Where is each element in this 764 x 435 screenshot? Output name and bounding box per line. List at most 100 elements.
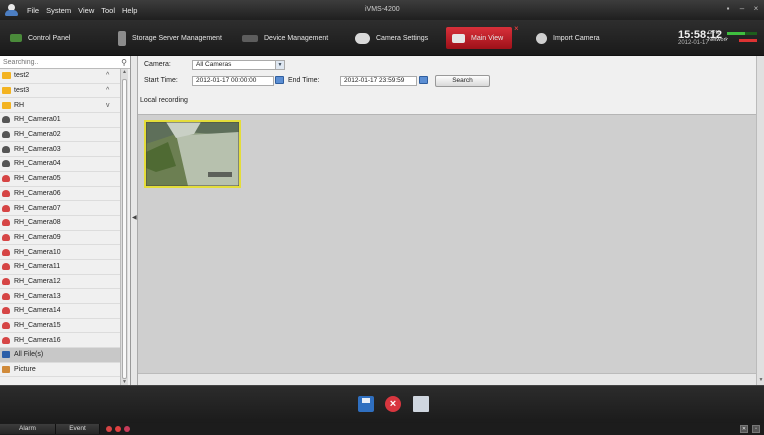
title-bar: File System View Tool Help iVMS-4200 ▪ –…	[0, 0, 764, 20]
tree-item-camera[interactable]: RH_Camera14	[0, 304, 120, 319]
camera-select[interactable]: All Cameras ▼	[192, 60, 285, 70]
camera-icon	[2, 322, 10, 330]
chevron-up-icon[interactable]: ^	[106, 72, 109, 79]
camera-label: RH_Camera05	[14, 175, 61, 183]
calendar-icon[interactable]	[419, 76, 428, 84]
menu-tool[interactable]: Tool	[101, 6, 115, 15]
picture-label: Picture	[14, 366, 36, 374]
end-time-value: 2012-01-17 23:59:59	[344, 77, 405, 84]
window-icon[interactable]: ▫	[752, 425, 760, 433]
tree-item-camera[interactable]: RH_Camera01	[0, 113, 120, 128]
folder-icon	[2, 87, 11, 95]
event-indicator-icon[interactable]	[124, 426, 130, 432]
camera-icon	[2, 175, 10, 183]
delete-icon[interactable]: ×	[385, 396, 401, 412]
email-icon[interactable]	[413, 396, 429, 412]
tab-label: Import Camera	[553, 34, 600, 42]
tab-label: Storage Server Management	[132, 34, 222, 42]
tree-item-camera[interactable]: RH_Camera08	[0, 216, 120, 231]
all-files-label: All File(s)	[14, 351, 44, 359]
menu-help[interactable]: Help	[122, 6, 137, 15]
tree-group-rh[interactable]: RH v	[0, 98, 120, 114]
tree-item-camera[interactable]: RH_Camera16	[0, 333, 120, 349]
chevron-up-icon[interactable]: ^	[106, 87, 109, 94]
event-button[interactable]: Event	[56, 424, 100, 434]
camera-icon	[2, 248, 10, 256]
scroll-up-icon[interactable]: ▲	[121, 69, 128, 75]
start-time-value: 2012-01-17 00:00:00	[196, 77, 257, 84]
alarm-sound-icon[interactable]	[106, 426, 112, 432]
save-icon[interactable]	[358, 396, 374, 412]
menu-view[interactable]: View	[78, 6, 94, 15]
camera-label: RH_Camera12	[14, 277, 61, 285]
start-time-field[interactable]: 2012-01-17 00:00:00	[192, 76, 274, 86]
search-filters: Camera: All Cameras ▼ Start Time: 2012-0…	[138, 56, 764, 114]
camera-label: RH_Camera02	[14, 131, 61, 139]
tree-item-camera[interactable]: RH_Camera07	[0, 201, 120, 216]
end-time-label: End Time:	[288, 77, 320, 84]
tree-item-camera[interactable]: RH_Camera09	[0, 231, 120, 246]
alarm-indicator-icon[interactable]	[115, 426, 121, 432]
group-label: test3	[14, 87, 30, 95]
storage-server-icon	[118, 30, 126, 46]
camera-list: RH_Camera01 RH_Camera02 RH_Camera03 RH_Came…	[0, 113, 130, 349]
menu-file[interactable]: File	[27, 6, 39, 15]
chevron-down-icon[interactable]: ▼	[275, 61, 284, 69]
chevron-down-icon[interactable]: v	[106, 102, 110, 109]
tree-item-camera[interactable]: RH_Camera02	[0, 128, 120, 143]
minimize-button[interactable]: –	[738, 5, 746, 13]
close-button[interactable]: ×	[752, 5, 760, 13]
tab-control-panel[interactable]: Control Panel	[4, 27, 76, 49]
tree-item-camera[interactable]: RH_Camera13	[0, 289, 120, 304]
collapse-arrow-icon[interactable]: ◀	[132, 214, 137, 221]
tab-storage-server-management[interactable]: Storage Server Management	[112, 27, 228, 49]
tab-camera-settings[interactable]: Camera Settings	[349, 27, 434, 49]
alarm-button[interactable]: Alarm	[0, 424, 56, 434]
group-label: RH	[14, 101, 25, 109]
results-area	[138, 114, 756, 373]
tree-item-all-files[interactable]: All File(s)	[0, 348, 120, 363]
recording-thumbnail[interactable]	[144, 120, 241, 188]
panel-splitter[interactable]: ◀	[131, 56, 138, 385]
import-camera-icon	[536, 32, 547, 44]
camera-icon	[2, 219, 10, 227]
camera-tree-panel: ⚲ test2 ^ test3 ^ RH v RH_Camera01RH_Cam…	[0, 56, 131, 385]
menu-system[interactable]: System	[46, 6, 71, 15]
camera-icon	[2, 131, 10, 139]
start-time-label: Start Time:	[144, 77, 178, 84]
tree-item-camera[interactable]: RH_Camera05	[0, 172, 120, 187]
scrollbar-thumb[interactable]	[122, 79, 127, 379]
cpu-label: CPU	[708, 30, 720, 36]
tab-label: Main View	[471, 34, 504, 42]
results-scrollbar[interactable]: ▼	[756, 56, 764, 385]
pin-icon[interactable]: ✕	[740, 425, 748, 433]
camera-label: RH_Camera08	[14, 219, 61, 227]
search-button[interactable]: Search	[435, 75, 490, 87]
search-input[interactable]	[0, 56, 118, 68]
tree-item-camera[interactable]: RH_Camera11	[0, 260, 120, 275]
tree-group-test3[interactable]: test3 ^	[0, 84, 120, 99]
tree-item-camera[interactable]: RH_Camera04	[0, 157, 120, 172]
calendar-icon[interactable]	[275, 76, 284, 84]
results-horizontal-scrollbar[interactable]	[138, 373, 756, 385]
tree-item-camera[interactable]: RH_Camera15	[0, 319, 120, 334]
tree-group-test2[interactable]: test2 ^	[0, 69, 120, 84]
close-tab-icon[interactable]: ×	[514, 24, 519, 33]
lock-icon[interactable]: ▪	[724, 5, 732, 13]
tab-device-management[interactable]: Device Management	[236, 27, 334, 49]
search-icon[interactable]: ⚲	[118, 56, 130, 68]
tree-item-camera[interactable]: RH_Camera12	[0, 275, 120, 290]
tree-item-picture[interactable]: Picture	[0, 363, 120, 378]
tab-main-view[interactable]: Main View	[446, 27, 512, 49]
camera-icon	[2, 336, 10, 344]
tree-item-camera[interactable]: RH_Camera10	[0, 245, 120, 260]
tab-import-camera[interactable]: Import Camera	[530, 27, 606, 49]
tree-item-camera[interactable]: RH_Camera03	[0, 142, 120, 158]
camera-icon	[2, 263, 10, 271]
scroll-down-icon[interactable]: ▼	[757, 377, 764, 383]
end-time-field[interactable]: 2012-01-17 23:59:59	[340, 76, 417, 86]
tree-item-camera[interactable]: RH_Camera06	[0, 187, 120, 202]
camera-label: RH_Camera16	[14, 336, 61, 344]
sidebar-scrollbar[interactable]: ▲ ▼	[120, 69, 128, 385]
camera-label: RH_Camera04	[14, 160, 61, 168]
